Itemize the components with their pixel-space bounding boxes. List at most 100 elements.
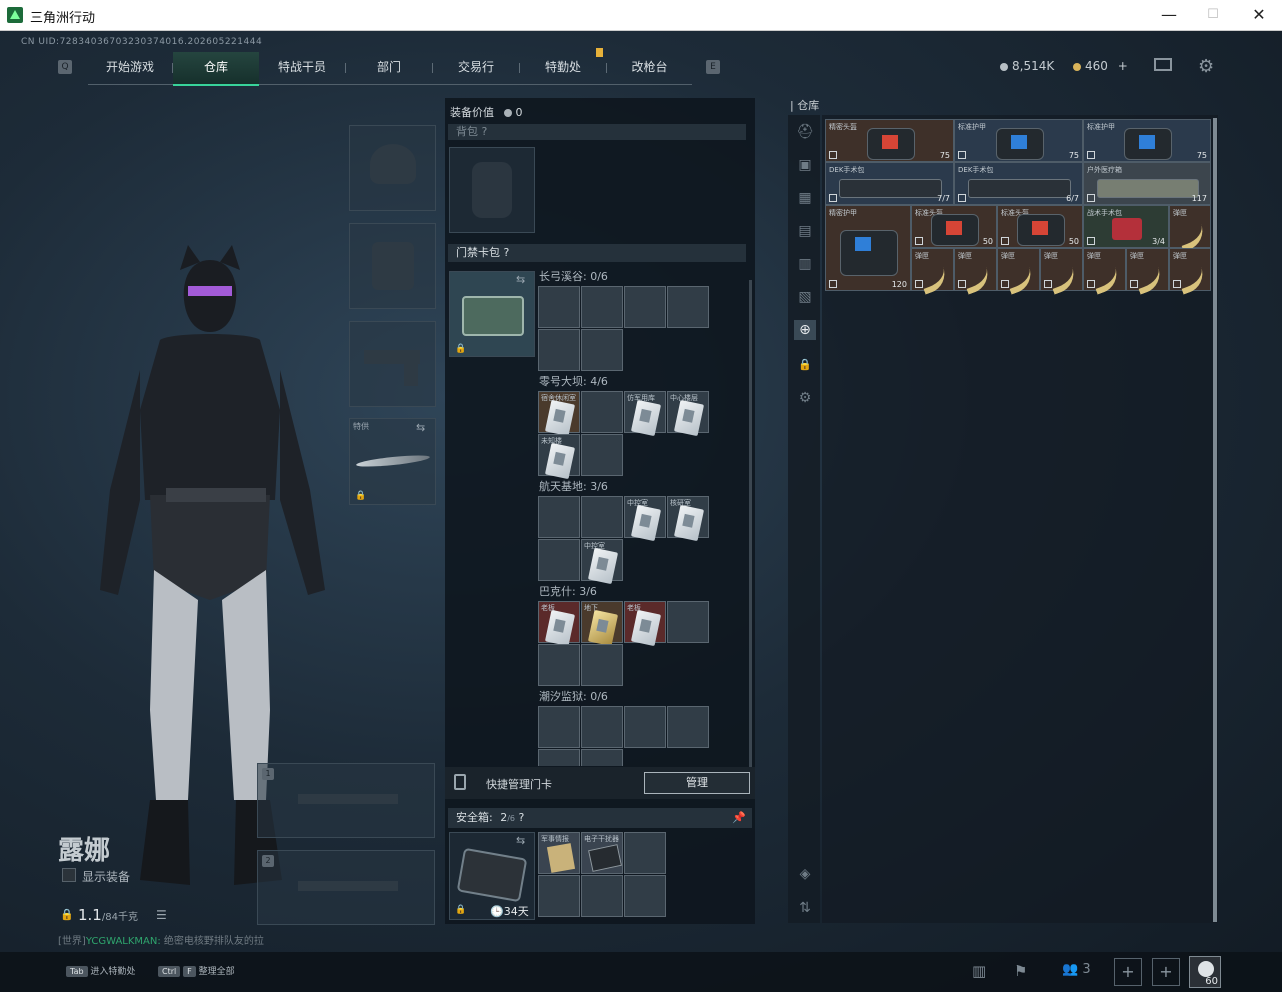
- keycard-item[interactable]: 老板: [624, 601, 666, 647]
- keycard-item[interactable]: 宿舍休闲室: [538, 391, 580, 437]
- add-teammate-button[interactable]: +: [1114, 958, 1142, 986]
- stash-tab-settings-icon[interactable]: ⚙: [794, 388, 816, 408]
- tab-special-ops[interactable]: 特勤处: [520, 52, 606, 84]
- safe-cell[interactable]: [538, 875, 580, 917]
- keycard-cell[interactable]: [538, 706, 580, 748]
- tab-market[interactable]: 交易行: [433, 52, 519, 84]
- keycard-cell[interactable]: [581, 496, 623, 538]
- stash-tab-helmet-icon[interactable]: ⛑: [794, 122, 816, 142]
- stash-tab-weapon-icon[interactable]: ▤: [794, 221, 816, 241]
- armor-slot[interactable]: [349, 223, 436, 309]
- stash-item-magazine[interactable]: 弹匣: [954, 248, 997, 295]
- melee-slot[interactable]: 特供 ⇆ 🔒: [349, 418, 436, 505]
- primary-weapon-slot-1[interactable]: 1: [257, 763, 435, 838]
- safe-cell[interactable]: [624, 875, 666, 917]
- add-teammate-button[interactable]: +: [1152, 958, 1180, 986]
- keycard-cell[interactable]: [667, 706, 709, 748]
- stash-sort-icon[interactable]: ⇅: [794, 898, 816, 918]
- safe-cell[interactable]: [624, 832, 666, 874]
- stash-item-dek-surgery-kit[interactable]: DEK手术包 6/7: [954, 162, 1083, 205]
- maximize-button[interactable]: ☐: [1190, 0, 1236, 30]
- keycard-cell[interactable]: [538, 329, 580, 371]
- stash-item-magazine[interactable]: 弹匣: [1169, 205, 1211, 252]
- safe-box-slot[interactable]: ⇆ 🔒 🕒34天: [449, 832, 535, 920]
- stash-tab-lock-icon[interactable]: 🔒: [794, 355, 816, 375]
- nav-prev-key[interactable]: Q: [58, 60, 72, 74]
- manage-button[interactable]: 管理: [644, 772, 750, 794]
- safe-cell[interactable]: [581, 875, 623, 917]
- stash-tab-add-icon[interactable]: ⊕: [794, 320, 816, 340]
- keycard-cell[interactable]: [538, 496, 580, 538]
- stash-layers-icon[interactable]: ◈: [794, 864, 816, 884]
- stash-item-magazine[interactable]: 弹匣: [1083, 248, 1126, 295]
- keycard-cell[interactable]: [624, 706, 666, 748]
- stash-item-standard-helmet[interactable]: 标准头盔 50: [997, 205, 1083, 248]
- minimize-button[interactable]: —: [1146, 0, 1192, 30]
- keycard-item[interactable]: 仿军用库: [624, 391, 666, 437]
- keycard-cell[interactable]: [538, 644, 580, 686]
- stash-scrollbar[interactable]: [1213, 118, 1217, 922]
- keycard-cell[interactable]: [581, 644, 623, 686]
- stash-item-magazine[interactable]: 弹匣: [1126, 248, 1169, 295]
- swap-icon[interactable]: ⇆: [416, 421, 425, 434]
- enter-special-ops-hint[interactable]: Tab 进入特勤处: [66, 964, 135, 977]
- swap-icon[interactable]: ⇆: [516, 273, 525, 286]
- settings-gear-icon[interactable]: ⚙: [1198, 56, 1214, 77]
- mail-icon[interactable]: [1154, 58, 1172, 71]
- stash-item-tactical-surgery-kit[interactable]: 战术手术包 3/4: [1083, 205, 1169, 248]
- stash-item-magazine[interactable]: 弹匣: [1040, 248, 1083, 295]
- keycard-cell[interactable]: [667, 601, 709, 643]
- stash-tab-medical-icon[interactable]: ▧: [794, 287, 816, 307]
- primary-weapon-slot-2[interactable]: 2: [257, 850, 435, 925]
- tab-warehouse[interactable]: 仓库: [173, 52, 259, 86]
- close-button[interactable]: ✕: [1236, 0, 1282, 30]
- stats-bar-icon[interactable]: ▥: [972, 962, 986, 980]
- keycard-case-slot[interactable]: ⇆ 🔒: [449, 271, 535, 357]
- keycard-item[interactable]: 地下: [581, 601, 623, 647]
- keycard-item[interactable]: 中心楼层: [667, 391, 709, 437]
- stash-item-outdoor-medkit[interactable]: 户外医疗箱 117: [1083, 162, 1211, 205]
- friends-button[interactable]: 👥 3: [1062, 962, 1091, 977]
- stash-item-magazine[interactable]: 弹匣: [1169, 248, 1211, 295]
- keycard-item[interactable]: 老板: [538, 601, 580, 647]
- safe-item-intel[interactable]: 军事情报: [538, 832, 580, 874]
- stash-tab-rig-icon[interactable]: ▦: [794, 188, 816, 208]
- stash-item-dek-surgery-kit[interactable]: DEK手术包 7/7: [825, 162, 954, 205]
- tab-gunsmith[interactable]: 改枪台: [607, 52, 692, 84]
- keycard-cell[interactable]: [581, 706, 623, 748]
- helmet-slot[interactable]: [349, 125, 436, 211]
- stash-item-standard-helmet[interactable]: 标准头盔 50: [911, 205, 997, 248]
- stash-item-standard-armor[interactable]: 标准护甲 75: [1083, 119, 1211, 162]
- keycard-scrollbar[interactable]: [749, 280, 752, 770]
- pistol-slot[interactable]: [349, 321, 436, 407]
- keycard-item[interactable]: 中控室: [624, 496, 666, 542]
- keycard-cell[interactable]: [667, 286, 709, 328]
- list-icon[interactable]: ☰: [156, 908, 167, 922]
- stash-item-standard-armor[interactable]: 标准护甲 75: [954, 119, 1083, 162]
- show-gear-checkbox[interactable]: [62, 868, 76, 882]
- world-chat[interactable]: [世界]YCGWALKMAN: 绝密电核野排队友的拉: [58, 932, 264, 947]
- keycard-cell[interactable]: [538, 539, 580, 581]
- stash-tab-ammo-icon[interactable]: ▥: [794, 254, 816, 274]
- keycard-cell[interactable]: [581, 286, 623, 328]
- keycard-cell[interactable]: [538, 749, 580, 766]
- flag-icon[interactable]: ⚑: [1014, 962, 1027, 980]
- keycard-cell[interactable]: [581, 391, 623, 433]
- backpack-slot[interactable]: [449, 147, 535, 233]
- stash-tab-armor-icon[interactable]: ▣: [794, 155, 816, 175]
- safe-item-jammer[interactable]: 电子干扰器: [581, 832, 623, 874]
- keycard-cell[interactable]: [581, 749, 623, 766]
- keycard-item[interactable]: 核研室: [667, 496, 709, 542]
- keycard-cell[interactable]: [581, 329, 623, 371]
- nav-next-key[interactable]: E: [706, 60, 720, 74]
- stash-item-precision-armor[interactable]: 精密护甲 120: [825, 205, 911, 291]
- tab-operators[interactable]: 特战干员: [259, 52, 345, 84]
- tab-start-game[interactable]: 开始游戏: [88, 52, 172, 84]
- keycard-cell[interactable]: [538, 286, 580, 328]
- stash-item-magazine[interactable]: 弹匣: [997, 248, 1040, 295]
- tab-department[interactable]: 部门: [346, 52, 432, 84]
- pin-icon[interactable]: 📌: [732, 808, 746, 828]
- keycard-cell[interactable]: [581, 434, 623, 476]
- keycard-cell[interactable]: [624, 286, 666, 328]
- stash-item-magazine[interactable]: 弹匣: [911, 248, 954, 295]
